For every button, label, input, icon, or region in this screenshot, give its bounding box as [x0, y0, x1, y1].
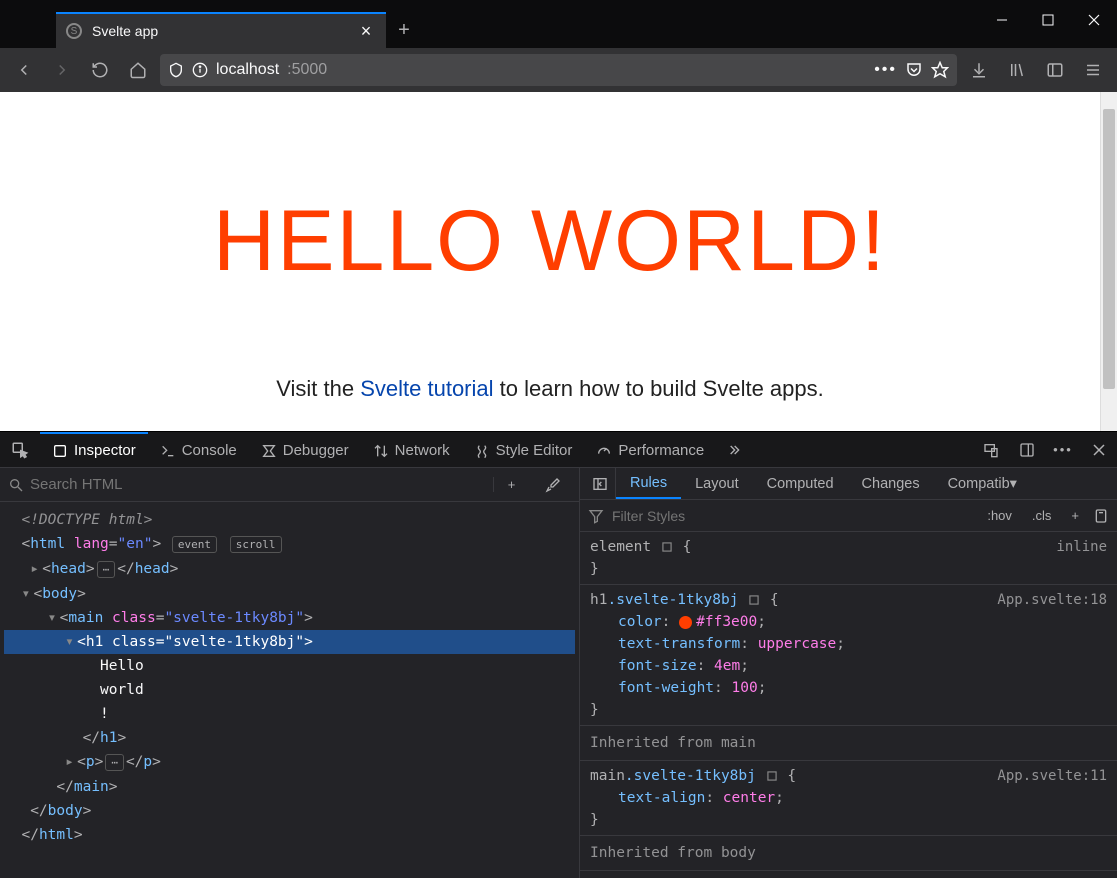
css-rule[interactable]: h1.svelte-1tky8bj { App.svelte:18 color:… — [580, 585, 1117, 726]
svelte-favicon: S — [66, 23, 82, 39]
css-tab-computed[interactable]: Computed — [753, 468, 848, 499]
responsive-mode-button[interactable] — [973, 442, 1009, 458]
css-tab-compat[interactable]: Compatib ▾ — [934, 468, 1031, 499]
window-controls — [979, 0, 1117, 40]
dock-mode-button[interactable] — [1009, 442, 1045, 458]
dom-node[interactable]: </body> — [4, 799, 575, 823]
tab-console[interactable]: Console — [148, 432, 249, 467]
filter-styles-input[interactable] — [612, 508, 973, 524]
tab-debugger[interactable]: Debugger — [249, 432, 361, 467]
page-actions-icon[interactable]: ••• — [874, 61, 897, 79]
page-heading: HELLO WORLD! — [0, 192, 1100, 291]
css-rule[interactable]: main.svelte-1tky8bj { App.svelte:11 text… — [580, 761, 1117, 836]
color-swatch[interactable] — [679, 616, 692, 629]
dom-node[interactable]: <html lang="en"> event scroll — [4, 532, 575, 557]
devtools: Inspector Console Debugger Network Style… — [0, 431, 1117, 878]
css-panel: Rules Layout Computed Changes Compatib ▾… — [580, 468, 1117, 878]
light-mode-icon[interactable] — [1093, 508, 1109, 524]
dom-text-node[interactable]: Hello — [4, 654, 575, 678]
downloads-button[interactable] — [963, 54, 995, 86]
debugger-icon — [261, 443, 277, 459]
console-icon — [160, 443, 176, 459]
highlight-icon[interactable] — [765, 769, 779, 783]
style-editor-icon — [474, 443, 490, 459]
element-picker-button[interactable] — [0, 432, 40, 467]
css-tab-changes[interactable]: Changes — [848, 468, 934, 499]
dom-node[interactable]: </html> — [4, 823, 575, 847]
eyedropper-button[interactable] — [535, 477, 571, 493]
inherited-section: Inherited from main — [580, 726, 1117, 761]
css-tab-rules[interactable]: Rules — [616, 468, 681, 499]
new-tab-button[interactable]: + — [386, 12, 422, 48]
devtools-close-button[interactable] — [1081, 442, 1117, 458]
nav-toolbar: localhost :5000 ••• — [0, 48, 1117, 92]
url-port: :5000 — [287, 61, 327, 79]
add-rule-button[interactable]: + — [1065, 506, 1085, 525]
browser-tab[interactable]: S Svelte app × — [56, 12, 386, 48]
tab-strip: S Svelte app × + — [0, 8, 1117, 48]
page-content: HELLO WORLD! Visit the Svelte tutorial t… — [0, 92, 1100, 431]
search-html-input[interactable] — [30, 476, 487, 493]
highlight-icon[interactable] — [660, 540, 674, 554]
close-window-button[interactable] — [1071, 0, 1117, 40]
filter-icon — [588, 508, 604, 524]
toggle-3pane-button[interactable] — [584, 468, 616, 499]
dom-node[interactable]: ▾<body> — [4, 582, 575, 606]
pocket-icon[interactable] — [905, 61, 923, 79]
devtools-overflow-button[interactable] — [716, 432, 752, 467]
network-icon — [373, 443, 389, 459]
dom-node[interactable]: </main> — [4, 775, 575, 799]
url-bar[interactable]: localhost :5000 ••• — [160, 54, 957, 86]
back-button[interactable] — [8, 54, 40, 86]
maximize-button[interactable] — [1025, 0, 1071, 40]
dom-text-node[interactable]: world — [4, 678, 575, 702]
dom-node[interactable]: </h1> — [4, 726, 575, 750]
forward-button[interactable] — [46, 54, 78, 86]
dom-tree[interactable]: <!DOCTYPE html> <html lang="en"> event s… — [0, 502, 579, 878]
svelte-tutorial-link[interactable]: Svelte tutorial — [360, 376, 493, 401]
url-host: localhost — [216, 61, 279, 79]
scrollbar-thumb[interactable] — [1103, 109, 1115, 389]
close-tab-icon[interactable]: × — [356, 21, 376, 42]
sidebar-button[interactable] — [1039, 54, 1071, 86]
info-icon[interactable] — [192, 62, 208, 78]
add-node-button[interactable]: + — [493, 477, 529, 492]
rule-source[interactable]: App.svelte:11 — [997, 765, 1107, 787]
css-rules-list[interactable]: element { inline } h1.svelte-1tky8bj { A… — [580, 532, 1117, 878]
css-tab-layout[interactable]: Layout — [681, 468, 753, 499]
dom-panel: + <!DOCTYPE html> <html lang="en"> event… — [0, 468, 580, 878]
library-button[interactable] — [1001, 54, 1033, 86]
performance-icon — [596, 443, 612, 459]
dom-node-selected[interactable]: ▾<h1 class="svelte-1tky8bj"> — [4, 630, 575, 654]
hov-toggle[interactable]: :hov — [981, 506, 1018, 525]
reload-button[interactable] — [84, 54, 116, 86]
tab-title: Svelte app — [92, 23, 346, 39]
css-rule[interactable]: element { inline } — [580, 532, 1117, 585]
home-button[interactable] — [122, 54, 154, 86]
app-menu-button[interactable] — [1077, 54, 1109, 86]
bookmark-star-icon[interactable] — [931, 61, 949, 79]
search-icon — [8, 477, 24, 493]
page-paragraph: Visit the Svelte tutorial to learn how t… — [0, 376, 1100, 402]
dom-node[interactable]: <!DOCTYPE html> — [4, 508, 575, 532]
tab-style-editor[interactable]: Style Editor — [462, 432, 585, 467]
tab-performance[interactable]: Performance — [584, 432, 716, 467]
devtools-tabstrip: Inspector Console Debugger Network Style… — [0, 432, 1117, 468]
rule-source[interactable]: App.svelte:18 — [997, 589, 1107, 611]
shield-icon — [168, 62, 184, 78]
inspector-icon — [52, 443, 68, 459]
highlight-icon[interactable] — [747, 593, 761, 607]
rule-source[interactable]: inline — [1056, 536, 1107, 558]
tab-inspector[interactable]: Inspector — [40, 432, 148, 467]
cls-toggle[interactable]: .cls — [1026, 506, 1058, 525]
tab-network[interactable]: Network — [361, 432, 462, 467]
devtools-menu-button[interactable]: ••• — [1045, 442, 1081, 457]
inherited-section: Inherited from body — [580, 836, 1117, 871]
dom-node[interactable]: ▾<main class="svelte-1tky8bj"> — [4, 606, 575, 630]
page-scrollbar[interactable] — [1100, 92, 1117, 431]
dom-node[interactable]: ▸<p>⋯</p> — [4, 750, 575, 775]
minimize-button[interactable] — [979, 0, 1025, 40]
dom-text-node[interactable]: ! — [4, 702, 575, 726]
dom-node[interactable]: ▸<head>⋯</head> — [4, 557, 575, 582]
